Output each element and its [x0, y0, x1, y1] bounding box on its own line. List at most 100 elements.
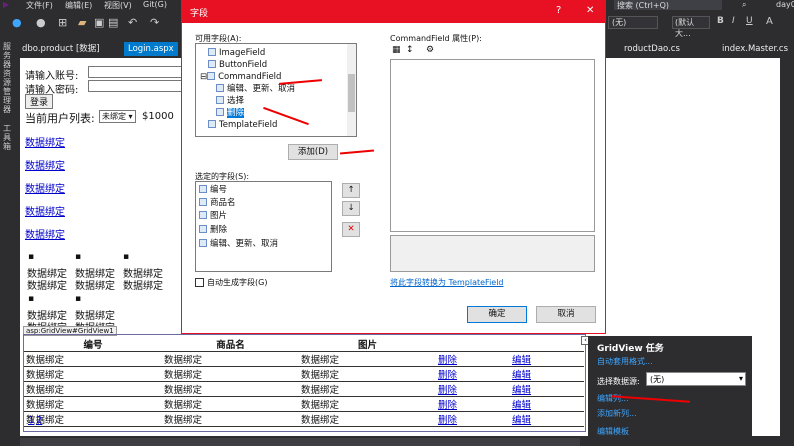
- categorized-icon[interactable]: ▦: [392, 45, 401, 55]
- field-icon: [199, 185, 207, 193]
- table-cell: 数据绑定: [162, 381, 299, 397]
- edit-link[interactable]: 编辑: [510, 366, 584, 382]
- delete-link[interactable]: 删除: [436, 351, 510, 367]
- close-button[interactable]: ✕: [586, 5, 594, 16]
- move-up-button[interactable]: ↑: [342, 183, 360, 198]
- redo-icon[interactable]: ↷: [150, 16, 159, 29]
- edit-link[interactable]: 编辑: [510, 411, 584, 427]
- open-folder-icon[interactable]: ▰: [78, 16, 86, 29]
- list-item[interactable]: ⊟ CommandField: [200, 72, 281, 83]
- field-icon: [216, 108, 224, 116]
- list-item[interactable]: 图片: [199, 211, 227, 222]
- list-item-selected[interactable]: 删除: [216, 108, 245, 119]
- data-bind-link[interactable]: 数据绑定: [25, 157, 65, 172]
- search-icon[interactable]: ⌕: [742, 0, 746, 10]
- auto-format-link[interactable]: 自动套用格式...: [597, 356, 653, 367]
- horizontal-scrollbar[interactable]: [20, 438, 580, 446]
- server-explorer-tab[interactable]: 服务器资源管理器: [3, 42, 13, 114]
- table-cell: 数据绑定: [24, 411, 162, 427]
- alphabetical-icon[interactable]: ↕: [406, 45, 414, 55]
- column-header: 编号: [24, 337, 162, 352]
- table-cell: 数据绑定: [162, 351, 299, 367]
- scrollbar-thumb[interactable]: [348, 74, 355, 112]
- image-placeholder-icon: ▪: [75, 252, 82, 262]
- ok-button[interactable]: 确定: [467, 306, 527, 323]
- tab-product-data[interactable]: dbo.product [数据]: [18, 42, 104, 56]
- bold-button[interactable]: B: [717, 16, 724, 26]
- table-cell: 数据绑定: [24, 351, 162, 367]
- table-cell: 数据绑定: [299, 396, 436, 412]
- new-item-icon[interactable]: ⊞: [58, 16, 67, 29]
- selected-fields-list[interactable]: 编号 商品名 图片 删除 编辑、更新、取消: [195, 181, 332, 272]
- edit-link[interactable]: 编辑: [510, 381, 584, 397]
- delete-link[interactable]: 删除: [436, 366, 510, 382]
- field-icon: [208, 120, 216, 128]
- list-item[interactable]: 编辑、更新、取消: [199, 239, 278, 250]
- data-bind-link[interactable]: 数据绑定: [25, 180, 65, 195]
- datasource-dropdown[interactable]: (无) ▾: [646, 372, 746, 386]
- bound-text: 数据绑定: [75, 281, 115, 292]
- save-icon[interactable]: ▣: [94, 16, 104, 29]
- data-bind-link[interactable]: 数据绑定: [25, 134, 65, 149]
- pager-page-2[interactable]: 2: [36, 415, 42, 426]
- list-item[interactable]: ImageField: [208, 48, 265, 59]
- delete-link[interactable]: 删除: [436, 411, 510, 427]
- tab-productdao[interactable]: roductDao.cs: [620, 42, 684, 56]
- edit-link[interactable]: 编辑: [510, 396, 584, 412]
- block-format-dropdown[interactable]: (无): [608, 16, 658, 29]
- edit-template-link[interactable]: 编辑模板: [597, 426, 629, 437]
- list-item[interactable]: TemplateField: [208, 120, 277, 131]
- dialog-titlebar: 字段 ? ✕: [182, 1, 605, 23]
- list-item[interactable]: 编辑、更新、取消: [216, 84, 295, 95]
- list-item[interactable]: 选择: [216, 96, 244, 107]
- underline-button[interactable]: U: [746, 16, 753, 26]
- list-item[interactable]: ButtonField: [208, 60, 267, 71]
- remove-field-button[interactable]: ✕: [342, 222, 360, 237]
- list-item-label: 选择: [227, 96, 245, 106]
- tab-index-master[interactable]: index.Master.cs: [718, 42, 792, 56]
- table-cell: 数据绑定: [299, 381, 436, 397]
- data-bind-link[interactable]: 数据绑定: [25, 226, 65, 241]
- add-field-button[interactable]: 添加(D): [288, 144, 338, 160]
- field-icon: [208, 48, 216, 56]
- list-scrollbar[interactable]: [347, 44, 356, 136]
- delete-link[interactable]: 删除: [436, 396, 510, 412]
- login-button[interactable]: 登录: [25, 94, 54, 109]
- bound-text: 数据绑定: [27, 281, 67, 292]
- user-dropdown[interactable]: 未绑定 ▾: [99, 110, 136, 123]
- tab-login-aspx[interactable]: Login.aspx: [124, 42, 178, 56]
- move-down-button[interactable]: ↓: [342, 201, 360, 216]
- italic-button[interactable]: I: [732, 16, 735, 26]
- data-bind-link[interactable]: 数据绑定: [25, 203, 65, 218]
- available-fields-list[interactable]: ImageField ButtonField ⊟ CommandField 编辑、…: [195, 43, 357, 137]
- font-color-button[interactable]: A: [766, 16, 773, 27]
- cancel-button[interactable]: 取消: [536, 306, 596, 323]
- gridview-tasks-panel: GridView 任务 自动套用格式... 选择数据源: (无) ▾ 编辑列...…: [588, 336, 752, 446]
- list-item[interactable]: 删除: [199, 225, 227, 236]
- dialog-title: 字段: [190, 9, 209, 19]
- account-input[interactable]: [88, 66, 188, 78]
- save-all-icon[interactable]: ▤: [108, 16, 118, 29]
- property-pages-icon[interactable]: ⚙: [426, 45, 434, 55]
- toolbox-tab[interactable]: 工具箱: [3, 124, 13, 151]
- back-icon[interactable]: ●: [12, 16, 22, 29]
- list-item[interactable]: 商品名: [199, 198, 236, 209]
- list-item[interactable]: 编号: [199, 185, 227, 196]
- edit-link[interactable]: 编辑: [510, 351, 584, 367]
- password-input[interactable]: [88, 80, 188, 92]
- font-size-dropdown[interactable]: (默认大...: [672, 16, 710, 38]
- table-cell: 数据绑定: [299, 351, 436, 367]
- undo-icon[interactable]: ↶: [128, 16, 137, 29]
- forward-icon[interactable]: ●: [36, 16, 46, 29]
- delete-link[interactable]: 删除: [436, 381, 510, 397]
- pager-page-1[interactable]: 1: [28, 415, 34, 426]
- add-column-link[interactable]: 添加新列...: [597, 408, 637, 419]
- auto-generate-checkbox[interactable]: [195, 278, 204, 287]
- property-grid[interactable]: [390, 59, 595, 232]
- list-item-label: 编辑、更新、取消: [210, 239, 279, 249]
- gridview-table[interactable]: 编号 商品名 图片 数据绑定 数据绑定 数据绑定 删除 编辑 数据绑定 数据绑定…: [24, 337, 584, 427]
- help-button[interactable]: ?: [556, 5, 561, 16]
- convert-to-template-link[interactable]: 将此字段转换为 TemplateField: [390, 277, 504, 288]
- menu-git[interactable]: Git(G): [143, 0, 167, 9]
- bound-text: 数据绑定: [123, 281, 163, 292]
